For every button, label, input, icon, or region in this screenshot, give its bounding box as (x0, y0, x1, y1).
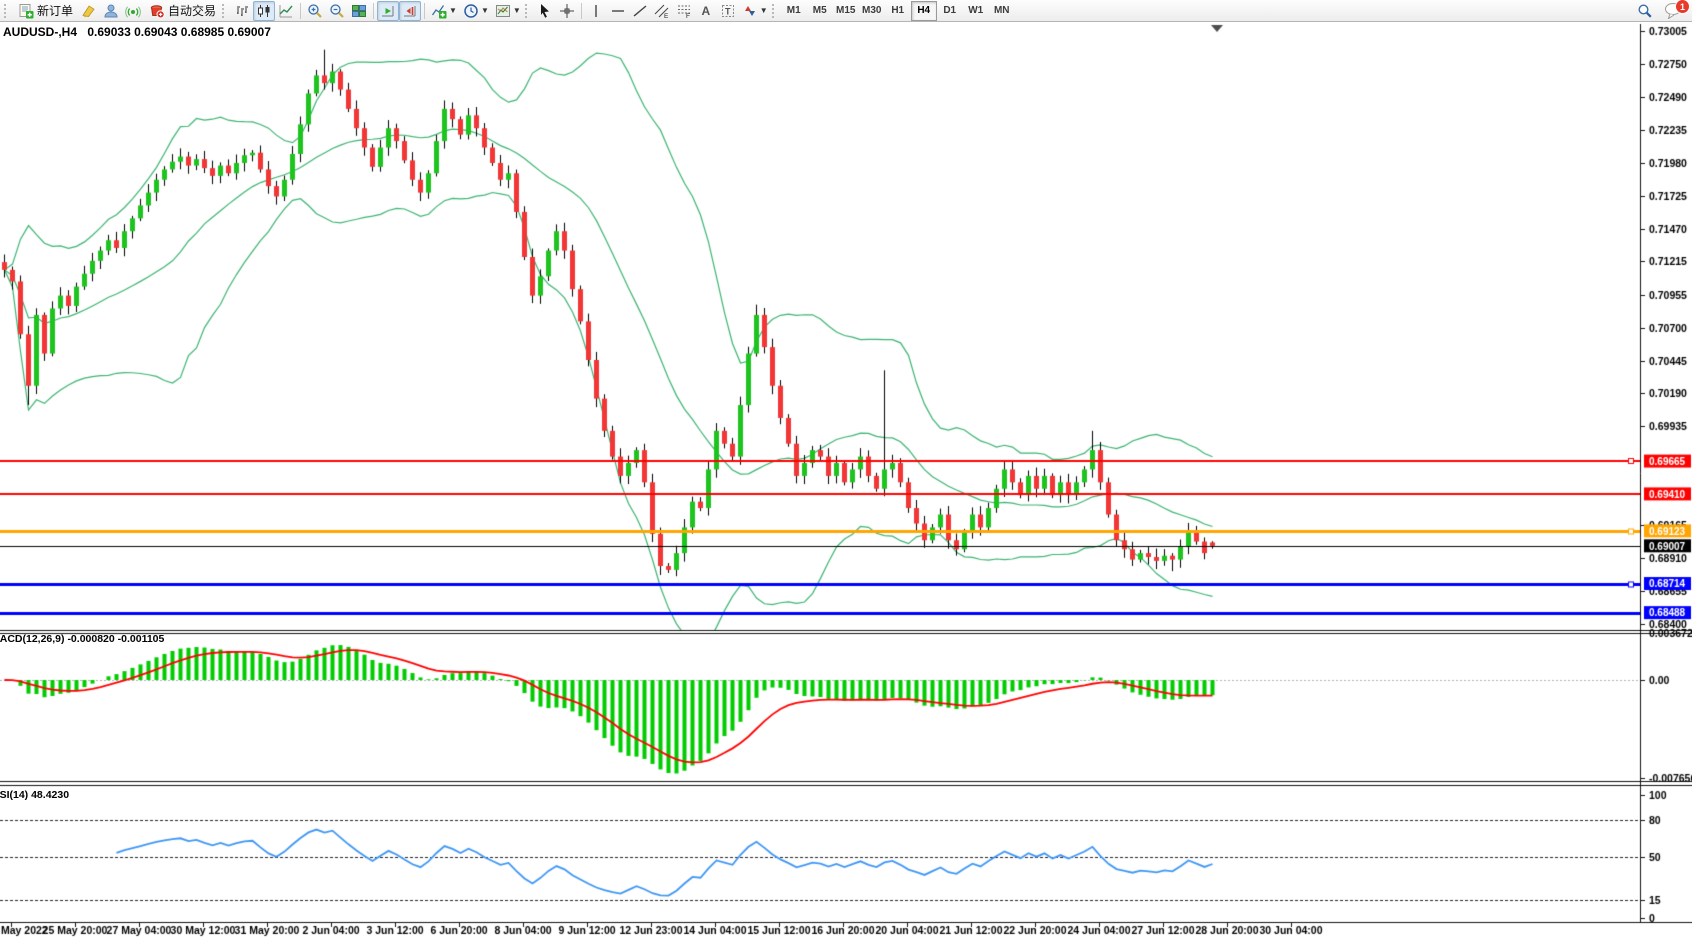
arrows-icon (742, 3, 758, 19)
bar-chart-icon (234, 3, 250, 19)
cursor-button[interactable] (534, 1, 556, 21)
chart-shift-icon (402, 3, 418, 19)
cursor-icon (537, 3, 553, 19)
search-button[interactable] (1634, 1, 1656, 21)
toolbar-separator (581, 3, 582, 19)
signal-button[interactable] (122, 1, 144, 21)
highlighter-button[interactable] (78, 1, 100, 21)
toolbar-separator (373, 3, 374, 19)
notifications-button[interactable]: 1 (1664, 2, 1684, 19)
svg-text:E: E (664, 13, 669, 19)
timeframe-M15[interactable]: M15 (833, 1, 859, 21)
templates-button[interactable]: ▼ (492, 1, 524, 21)
tile-windows-icon (351, 3, 367, 19)
mt4-window: 新订单 自动交易 (0, 0, 1692, 939)
fibonacci-icon: F (676, 3, 692, 19)
new-order-label: 新订单 (37, 2, 73, 19)
equidistant-channel-icon: E (654, 3, 670, 19)
timeframe-H4[interactable]: H4 (911, 1, 937, 21)
toolbar-separator (300, 3, 301, 19)
text-icon: A (701, 4, 710, 18)
timeframe-H1[interactable]: H1 (885, 1, 911, 21)
timeframe-M30[interactable]: M30 (859, 1, 885, 21)
auto-scroll-button[interactable] (377, 1, 399, 21)
toolbar-grip (772, 4, 777, 18)
trendline-icon (632, 3, 648, 19)
signal-icon (125, 3, 141, 19)
toolbar-grip (222, 4, 227, 18)
autotrade-button[interactable]: 自动交易 (144, 1, 221, 21)
line-chart-icon (278, 3, 294, 19)
text-button[interactable]: A (695, 1, 717, 21)
chevron-down-icon: ▼ (481, 7, 489, 15)
price-chart-canvas[interactable] (0, 22, 1692, 939)
horizontal-line-button[interactable] (607, 1, 629, 21)
auto-scroll-icon (380, 3, 396, 19)
templates-icon (495, 3, 511, 19)
autotrade-label: 自动交易 (168, 2, 216, 19)
new-order-icon (18, 3, 34, 19)
horizontal-line-icon (610, 3, 626, 19)
profile-icon (103, 3, 119, 19)
toolbar-grip (525, 4, 530, 18)
search-icon (1637, 3, 1653, 19)
text-label-icon: T (720, 3, 736, 19)
new-order-button[interactable]: 新订单 (13, 1, 78, 21)
svg-text:T: T (725, 6, 731, 16)
fibonacci-button[interactable]: F (673, 1, 695, 21)
indicators-button[interactable]: ▼ (428, 1, 460, 21)
trendline-button[interactable] (629, 1, 651, 21)
candlestick-chart-icon (256, 3, 272, 19)
vertical-line-icon (588, 3, 604, 19)
chevron-down-icon: ▼ (513, 7, 521, 15)
zoom-in-button[interactable] (304, 1, 326, 21)
notification-badge: 1 (1675, 0, 1690, 14)
crosshair-icon (559, 3, 575, 19)
timeframe-M1[interactable]: M1 (781, 1, 807, 21)
toolbar-grip (4, 4, 9, 18)
text-label-button[interactable]: T (717, 1, 739, 21)
timeframe-MN[interactable]: MN (989, 1, 1015, 21)
autotrade-icon (149, 3, 165, 19)
zoom-in-icon (307, 3, 323, 19)
timeframe-toolbar: M1M5M15M30H1H4D1W1MN (781, 1, 1015, 21)
timeframe-D1[interactable]: D1 (937, 1, 963, 21)
line-chart-button[interactable] (275, 1, 297, 21)
toolbar-right-cluster: 1 (1634, 1, 1684, 21)
timeframe-W1[interactable]: W1 (963, 1, 989, 21)
equidistant-channel-button[interactable]: E (651, 1, 673, 21)
arrows-button[interactable]: ▼ (739, 1, 771, 21)
zoom-out-button[interactable] (326, 1, 348, 21)
timeframe-M5[interactable]: M5 (807, 1, 833, 21)
periods-button[interactable]: ▼ (460, 1, 492, 21)
chevron-down-icon: ▼ (760, 7, 768, 15)
clock-icon (463, 3, 479, 19)
toolbar-separator (424, 3, 425, 19)
bar-chart-button[interactable] (231, 1, 253, 21)
chart-shift-button[interactable] (399, 1, 421, 21)
crosshair-button[interactable] (556, 1, 578, 21)
vertical-line-button[interactable] (585, 1, 607, 21)
highlighter-icon (81, 3, 97, 19)
tile-windows-button[interactable] (348, 1, 370, 21)
zoom-out-icon (329, 3, 345, 19)
indicators-icon (431, 3, 447, 19)
profile-button[interactable] (100, 1, 122, 21)
chevron-down-icon: ▼ (449, 7, 457, 15)
svg-text:F: F (686, 13, 690, 19)
candlestick-chart-button[interactable] (253, 1, 275, 21)
main-toolbar: 新订单 自动交易 (0, 0, 1692, 22)
